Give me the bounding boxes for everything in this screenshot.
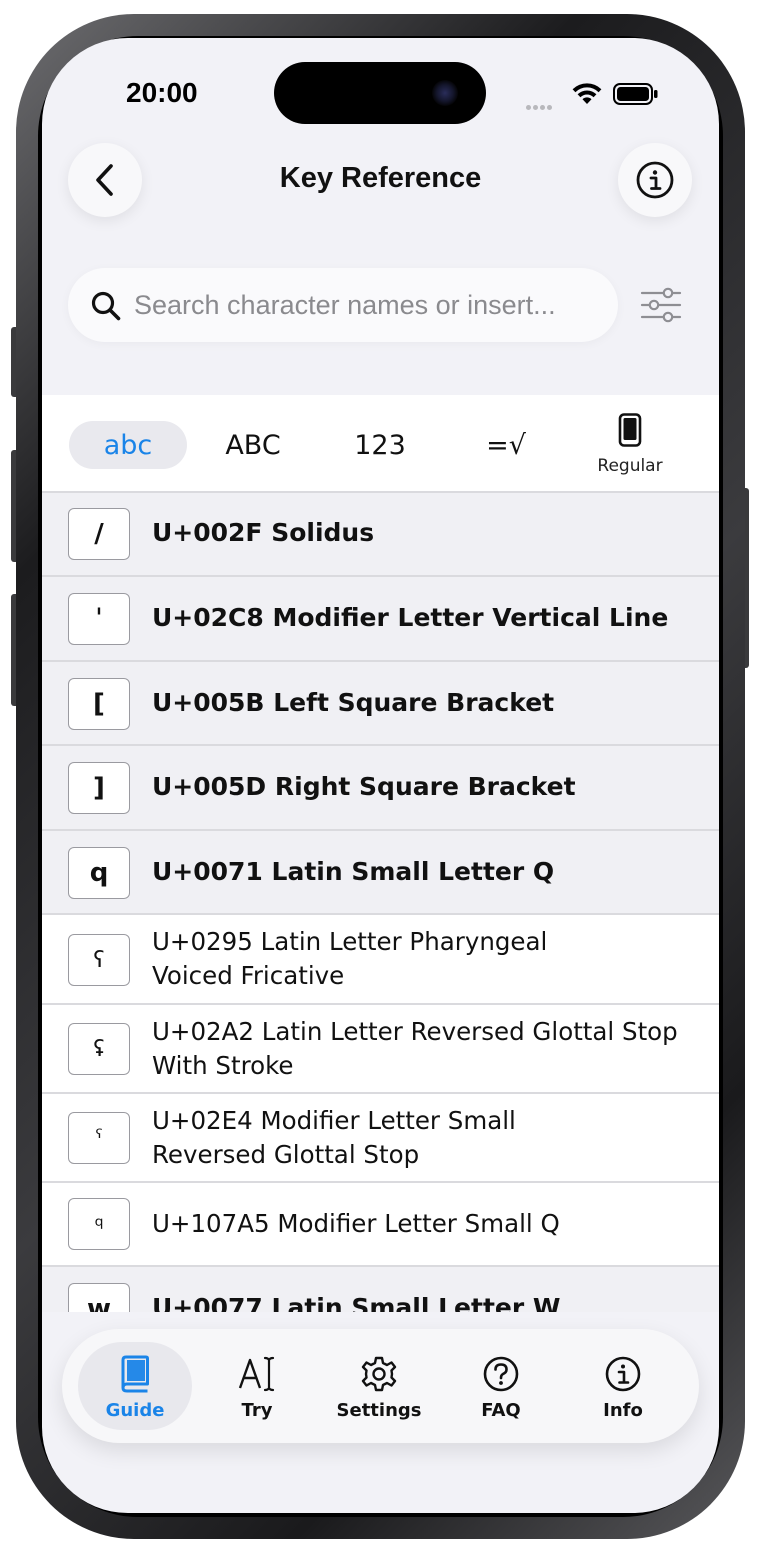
character-name: U+02C8 Modifier Letter Vertical Line [152,603,669,632]
list-item[interactable]: 𐞥 U+107A5 Modifier Letter Small Q [42,1181,719,1265]
status-time: 20:00 [126,77,198,108]
camera-icon [432,80,458,106]
character-key: w [68,1283,130,1312]
list-item[interactable]: ] U+005D Right Square Bracket [42,744,719,829]
character-key: / [68,508,130,560]
sliders-icon[interactable] [638,285,684,325]
character-key: ʢ [68,1023,130,1075]
tab-guide[interactable]: Guide [78,1342,192,1430]
list-item[interactable]: ˤ U+02E4 Modifier Letter Small Reversed … [42,1092,719,1181]
segment-symbols[interactable]: =√ [447,421,565,469]
text-cursor-icon [238,1356,275,1392]
character-key: ] [68,762,130,814]
tab-bar: Guide Try Settings FAQ Info [62,1329,699,1443]
book-icon [121,1355,149,1393]
dynamic-island [274,62,486,124]
list-item[interactable]: q U+0071 Latin Small Letter Q [42,829,719,913]
character-name: U+02A2 Latin Letter Reversed Glottal Sto… [152,1017,678,1080]
cellular-signal-icon [526,97,554,115]
segment-uppercase[interactable]: ABC [194,421,312,469]
list-item[interactable]: / U+002F Solidus [42,491,719,575]
character-key: ʕ [68,934,130,986]
status-indicators [526,82,666,110]
list-item[interactable]: ʕ U+0295 Latin Letter Pharyngeal Voiced … [42,913,719,1003]
question-circle-icon [483,1356,519,1392]
info-button[interactable] [618,143,692,217]
tab-info[interactable]: Info [566,1342,680,1430]
search-input[interactable] [134,268,604,342]
character-name: U+002F Solidus [152,518,375,547]
character-key: ˤ [68,1112,130,1164]
character-name: U+02E4 Modifier Letter Small Reversed Gl… [152,1106,516,1169]
tab-label: Settings [336,1400,422,1421]
character-key: 𐞥 [68,1198,130,1250]
character-key: q [68,847,130,899]
phone-icon [618,413,642,447]
search-icon [91,291,121,321]
keyboard-mode-bar: abc ABC 123 =√ Regular [42,395,719,491]
segment-numbers[interactable]: 123 [321,421,439,469]
character-name: U+0071 Latin Small Letter Q [152,857,555,886]
tab-label: Try [241,1400,273,1421]
list-item[interactable]: ʢ U+02A2 Latin Letter Reversed Glottal S… [42,1003,719,1092]
tab-try[interactable]: Try [200,1342,314,1430]
character-key: [ [68,678,130,730]
segment-lowercase[interactable]: abc [69,421,187,469]
device-size-label: Regular [597,456,663,476]
gear-icon [361,1356,397,1392]
list-item[interactable]: [ U+005B Left Square Bracket [42,660,719,744]
tab-label: FAQ [481,1400,521,1421]
character-name: U+005D Right Square Bracket [152,772,576,801]
character-list: / U+002F Solidus ˈ U+02C8 Modifier Lette… [42,491,719,1312]
tab-label: Guide [105,1400,165,1421]
info-circle-icon [605,1356,641,1392]
tab-label: Info [603,1400,643,1421]
battery-icon [613,83,658,105]
list-item[interactable]: ˈ U+02C8 Modifier Letter Vertical Line [42,575,719,660]
character-name: U+107A5 Modifier Letter Small Q [152,1209,560,1238]
search-bar[interactable] [68,268,618,342]
tab-settings[interactable]: Settings [322,1342,436,1430]
character-name: U+0295 Latin Letter Pharyngeal Voiced Fr… [152,927,548,990]
wifi-icon [572,83,602,104]
device-size-toggle[interactable]: Regular [582,413,678,476]
info-circle-icon [636,161,674,199]
app-screen: 20:00 Key Reference Search character nam… [42,38,719,1513]
character-name: U+005B Left Square Bracket [152,688,555,717]
character-key: ˈ [68,593,130,645]
character-name: U+0077 Latin Small Letter W [152,1293,561,1312]
list-item[interactable]: w U+0077 Latin Small Letter W [42,1265,719,1312]
tab-faq[interactable]: FAQ [444,1342,558,1430]
